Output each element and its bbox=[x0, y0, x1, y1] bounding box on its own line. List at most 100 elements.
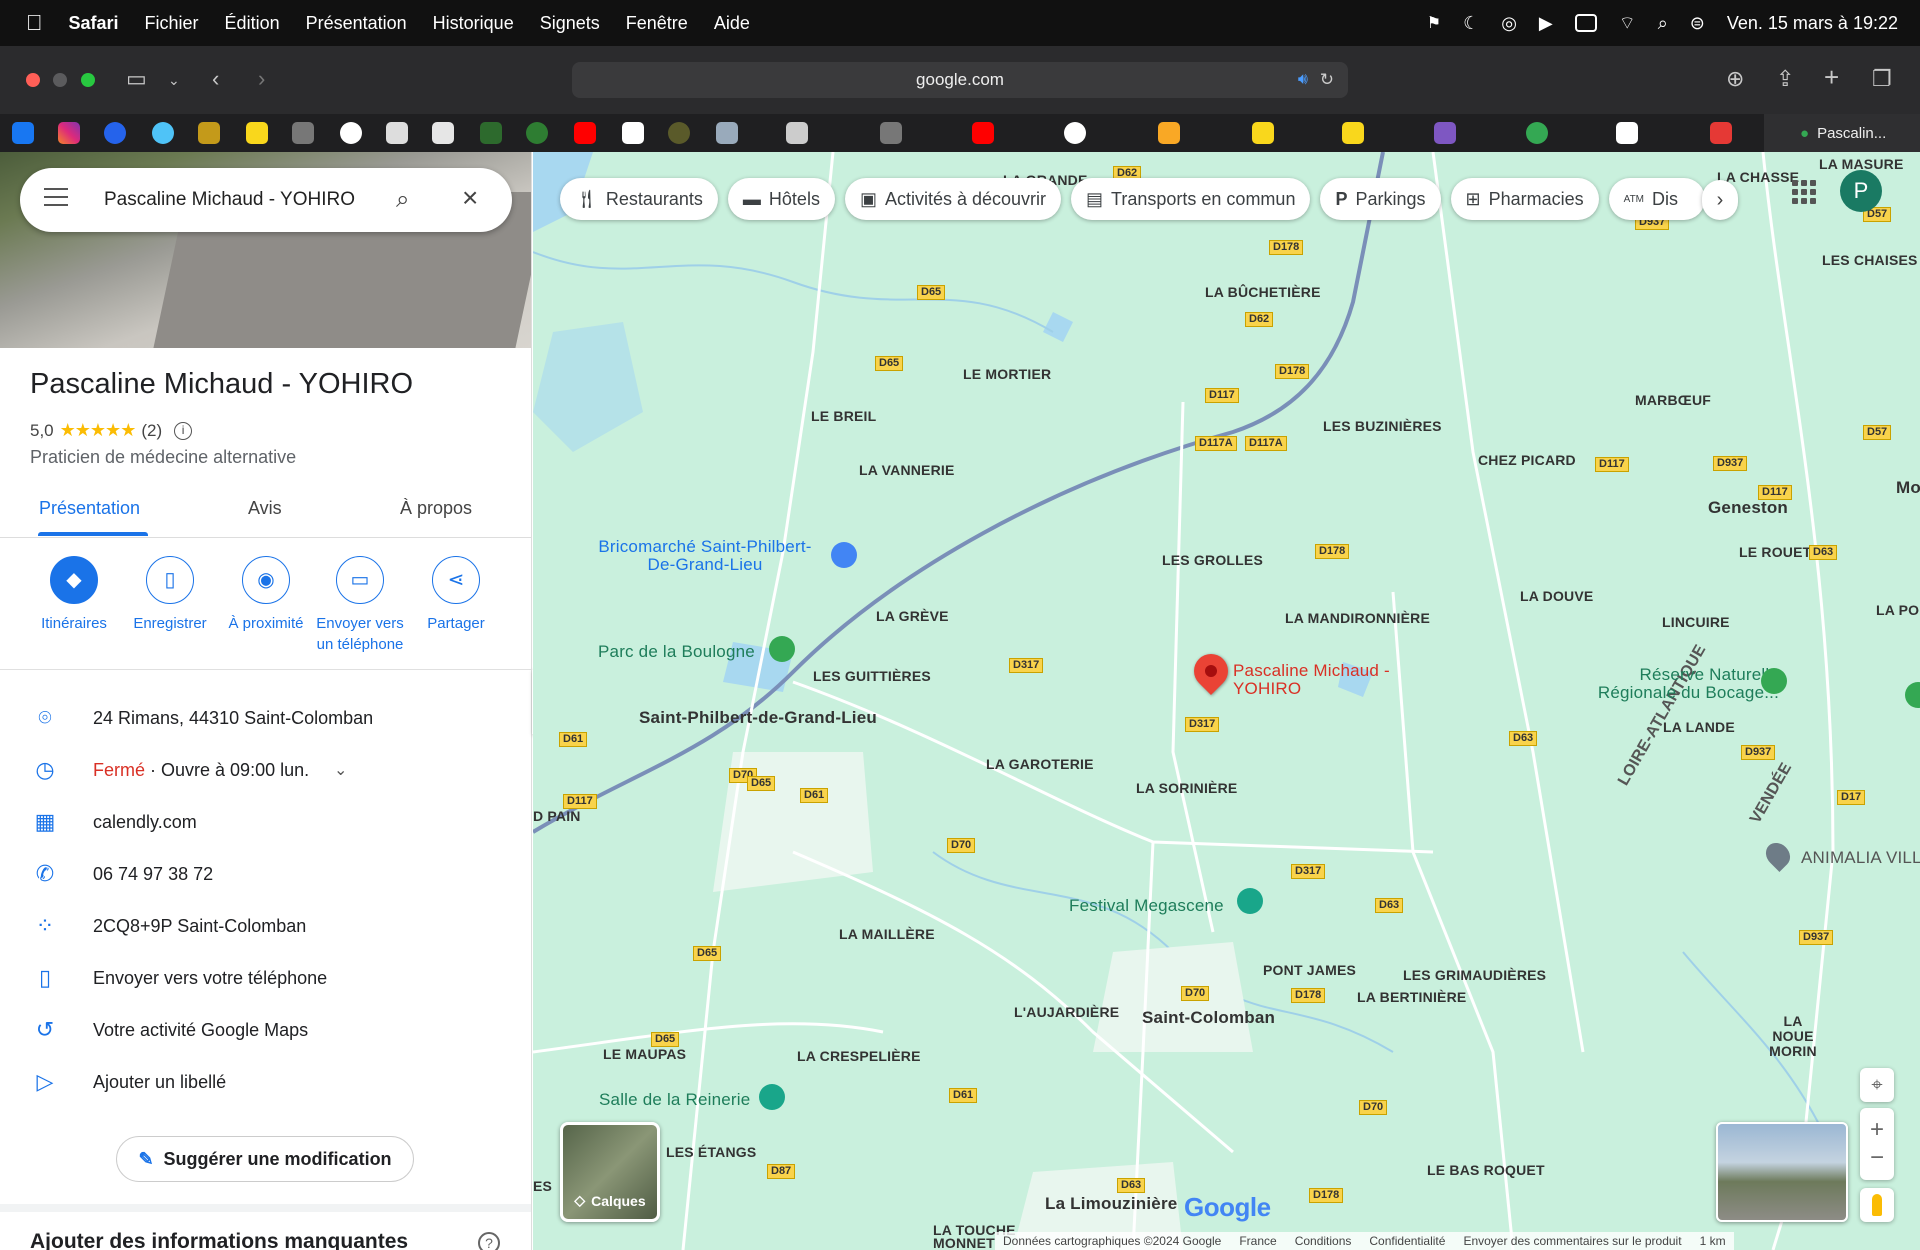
site-tab-icon[interactable] bbox=[198, 122, 220, 144]
site-tab-icon[interactable] bbox=[152, 122, 174, 144]
map-label[interactable]: ES bbox=[533, 1178, 552, 1194]
map-label[interactable]: MARBŒUF bbox=[1635, 392, 1711, 408]
status-icon[interactable]: ⚑ bbox=[1427, 13, 1441, 33]
chip-hotels[interactable]: ▬ Hôtels bbox=[727, 178, 835, 220]
map-label[interactable]: LA MAILLÈRE bbox=[839, 926, 935, 942]
site-tab-icon[interactable] bbox=[480, 122, 502, 144]
zoom-window-button[interactable] bbox=[80, 73, 95, 87]
chip-restaurants[interactable]: 🍴︎ Restaurants bbox=[560, 178, 718, 220]
chip-parkings[interactable]: P Parkings bbox=[1320, 178, 1441, 220]
poi-bricomarche[interactable]: Bricomarché Saint-Philbert-De-Grand-Lieu bbox=[595, 538, 815, 574]
account-avatar[interactable]: P bbox=[1840, 170, 1882, 212]
battery-icon[interactable] bbox=[1574, 14, 1597, 32]
pegman-icon[interactable] bbox=[1860, 1188, 1894, 1222]
map-label[interactable]: LES GRIMAUDIÈRES bbox=[1403, 967, 1546, 983]
youtube-tab-icon[interactable] bbox=[972, 122, 994, 144]
map-label[interactable]: LA PON bbox=[1876, 602, 1920, 618]
back-icon[interactable]: ‹ bbox=[212, 66, 219, 92]
map-label[interactable]: CHEZ PICARD bbox=[1478, 452, 1576, 468]
map-label[interactable]: LES BUZINIÈRES bbox=[1323, 418, 1442, 434]
street-view-preview[interactable] bbox=[1716, 1122, 1848, 1222]
address-bar[interactable]: google.com 🔊︎ ↻ bbox=[572, 62, 1348, 98]
map-label[interactable]: Saint-Colomban bbox=[1142, 1008, 1275, 1028]
info-icon[interactable]: i bbox=[174, 421, 193, 440]
site-tab-icon[interactable] bbox=[432, 122, 454, 144]
send-to-phone-row[interactable]: ▯ Envoyer vers votre téléphone bbox=[0, 952, 531, 1004]
menu-icon[interactable] bbox=[44, 188, 68, 206]
leaf-tab-icon[interactable] bbox=[526, 122, 548, 144]
new-tab-icon[interactable]: + bbox=[1824, 62, 1839, 93]
map-label[interactable]: LES GROLLES bbox=[1162, 552, 1263, 568]
save-button[interactable]: ▯ Enregistrer bbox=[122, 556, 218, 634]
map-label[interactable]: LES ÉTANGS bbox=[666, 1144, 756, 1160]
map-label[interactable]: Saint-Philbert-de-Grand-Lieu bbox=[639, 708, 877, 728]
map-label[interactable]: ANIMALIA VILL bbox=[1801, 848, 1920, 868]
moon-icon[interactable]: ☾ bbox=[1463, 13, 1479, 34]
map-label[interactable]: LA CRESPELIÈRE bbox=[797, 1048, 921, 1064]
attribution-terms[interactable]: Conditions bbox=[1295, 1234, 1352, 1248]
map-label[interactable]: LA BERTINIÈRE bbox=[1357, 989, 1466, 1005]
plus-code-row[interactable]: ⁘ 2CQ8+9P Saint-Colomban bbox=[0, 900, 531, 952]
map-label[interactable]: LES GUITTIÈRES bbox=[813, 668, 931, 684]
menu-app-safari[interactable]: Safari bbox=[69, 13, 119, 34]
site-tab-icon[interactable] bbox=[1616, 122, 1638, 144]
park-icon[interactable] bbox=[769, 636, 795, 662]
chip-distributeurs[interactable]: ATM Dis bbox=[1608, 178, 1705, 220]
map-label[interactable]: LE BREIL bbox=[811, 408, 876, 424]
minimize-window-button[interactable] bbox=[53, 73, 68, 87]
activity-row[interactable]: ↺ Votre activité Google Maps bbox=[0, 1004, 531, 1056]
letter-l-tab-icon[interactable] bbox=[292, 122, 314, 144]
website-row[interactable]: ▦ calendly.com bbox=[0, 796, 531, 848]
menu-edition[interactable]: Édition bbox=[225, 13, 280, 34]
map-label[interactable]: LES CHAISES bbox=[1822, 252, 1918, 268]
site-tab-icon[interactable] bbox=[1434, 122, 1456, 144]
place-category[interactable]: Praticien de médecine alternative bbox=[30, 447, 296, 468]
event-icon[interactable] bbox=[1237, 888, 1263, 914]
send-to-phone-button[interactable]: ▭ Envoyer vers un téléphone bbox=[312, 556, 408, 655]
search-icon[interactable]: ⌕ bbox=[396, 186, 409, 214]
amazon-tab-icon[interactable] bbox=[622, 122, 644, 144]
layers-button[interactable]: ◇ Calques bbox=[560, 1122, 660, 1222]
map-label[interactable]: LA GRÈVE bbox=[876, 608, 949, 624]
site-tab-icon[interactable] bbox=[716, 122, 738, 144]
site-tab-icon[interactable] bbox=[104, 122, 126, 144]
nearby-button[interactable]: ◉ À proximité bbox=[218, 556, 314, 634]
map-label[interactable]: D PAIN bbox=[533, 808, 581, 824]
apple-menu-icon[interactable]:  bbox=[26, 10, 43, 36]
menu-aide[interactable]: Aide bbox=[714, 13, 750, 34]
tab-avis[interactable]: Avis bbox=[248, 498, 282, 519]
map-label[interactable]: LE ROUET bbox=[1739, 544, 1811, 560]
attribution-privacy[interactable]: Confidentialité bbox=[1369, 1234, 1445, 1248]
shopping-icon[interactable] bbox=[831, 542, 857, 568]
poi-reserve-naturelle[interactable]: Réserve Naturelle Régionale du Bocage... bbox=[1569, 666, 1779, 702]
control-center-icon[interactable]: ⊜ bbox=[1690, 13, 1705, 34]
map-label[interactable]: LE MAUPAS bbox=[603, 1046, 686, 1062]
close-window-button[interactable] bbox=[26, 73, 40, 87]
menu-presentation[interactable]: Présentation bbox=[306, 13, 407, 34]
tab-google-maps[interactable]: ● Pascalin... bbox=[1764, 114, 1920, 152]
venue-icon[interactable] bbox=[759, 1084, 785, 1110]
download-icon[interactable]: ⊕ bbox=[1726, 66, 1744, 92]
attribution-country[interactable]: France bbox=[1239, 1234, 1276, 1248]
youtube-tab-icon[interactable] bbox=[574, 122, 596, 144]
map-label[interactable]: PONT JAMES bbox=[1263, 962, 1356, 978]
chevron-down-icon[interactable]: ⌄ bbox=[334, 760, 347, 780]
site-tab-icon[interactable] bbox=[1252, 122, 1274, 144]
spotlight-icon[interactable]: ⌕ bbox=[1658, 13, 1668, 34]
maps-tab-icon[interactable] bbox=[1526, 122, 1548, 144]
park-icon[interactable] bbox=[1761, 668, 1787, 694]
attribution-feedback[interactable]: Envoyer des commentaires sur le produit bbox=[1463, 1234, 1681, 1248]
map-label[interactable]: LE BAS ROQUET bbox=[1427, 1162, 1545, 1178]
play-icon[interactable]: ▶ bbox=[1539, 13, 1553, 34]
site-tab-icon[interactable] bbox=[1342, 122, 1364, 144]
map-canvas[interactable]: LA GRANDE LA CHASSE LA MASURE LES CHAISE… bbox=[533, 152, 1920, 1250]
hours-row[interactable]: ◷ Fermé · Ouvre à 09:00 lun. ⌄ bbox=[0, 744, 531, 796]
audio-icon[interactable]: 🔊︎ bbox=[1298, 71, 1308, 89]
map-label[interactable]: LA BÛCHETIÈRE bbox=[1205, 284, 1321, 300]
map-label[interactable]: LINCUIRE bbox=[1662, 614, 1730, 630]
wifi-icon[interactable]: ⌔ bbox=[1619, 12, 1636, 35]
sidebar-toggle-icon[interactable]: ▭ bbox=[126, 66, 147, 92]
site-tab-icon[interactable] bbox=[786, 122, 808, 144]
selected-place-label[interactable]: Pascaline Michaud - YOHIRO bbox=[1233, 662, 1403, 698]
chip-activites[interactable]: ▣ Activités à découvrir bbox=[844, 178, 1062, 220]
